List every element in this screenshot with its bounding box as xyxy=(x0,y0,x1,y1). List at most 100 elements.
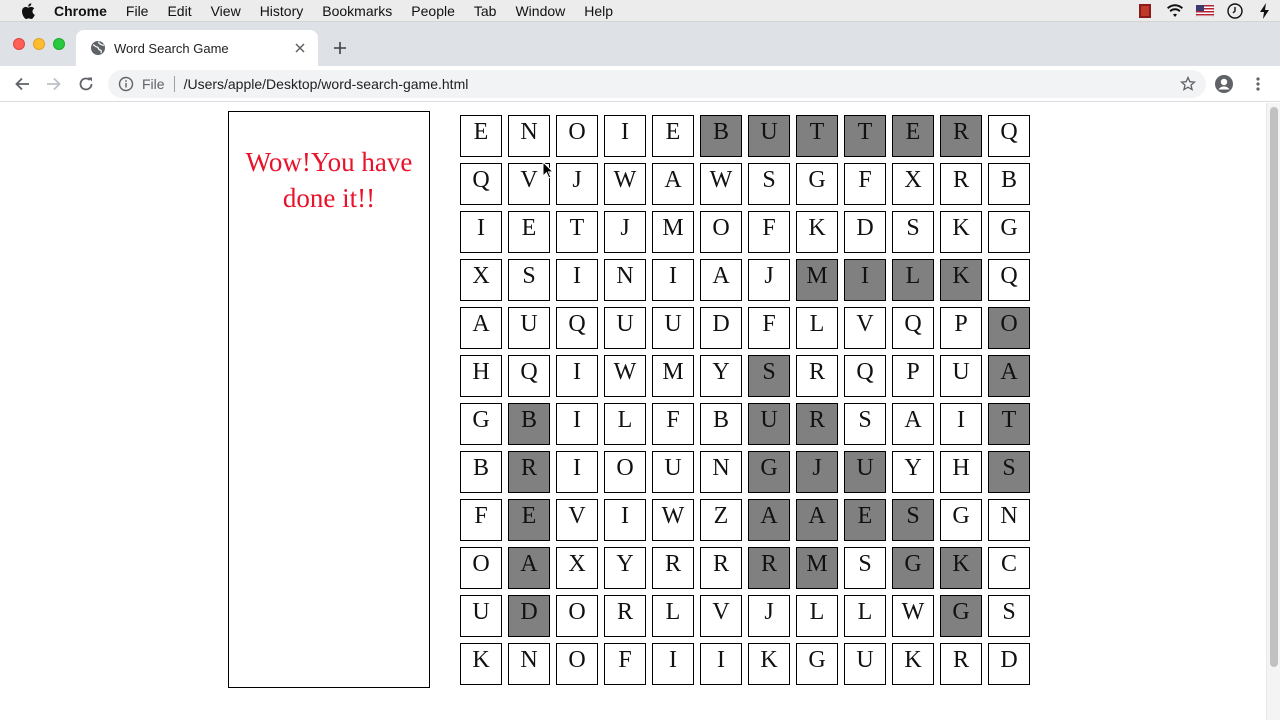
grid-cell[interactable]: Y xyxy=(700,355,742,397)
grid-cell[interactable]: Q xyxy=(892,307,934,349)
close-tab-icon[interactable] xyxy=(292,40,308,56)
grid-cell[interactable]: V xyxy=(556,499,598,541)
grid-cell[interactable]: U xyxy=(652,307,694,349)
grid-cell[interactable]: J xyxy=(556,163,598,205)
scrollbar-thumb[interactable] xyxy=(1270,107,1278,667)
grid-cell[interactable]: F xyxy=(460,499,502,541)
grid-cell[interactable]: A xyxy=(508,547,550,589)
grid-cell[interactable]: L xyxy=(604,403,646,445)
grid-cell[interactable]: A xyxy=(988,355,1030,397)
grid-cell[interactable]: G xyxy=(940,499,982,541)
grid-cell[interactable]: F xyxy=(604,643,646,685)
tab-word-search-game[interactable]: Word Search Game xyxy=(76,30,318,66)
grid-cell[interactable]: S xyxy=(892,211,934,253)
grid-cell[interactable]: Q xyxy=(844,355,886,397)
grid-cell[interactable]: E xyxy=(844,499,886,541)
grid-cell[interactable]: J xyxy=(796,451,838,493)
grid-cell[interactable]: W xyxy=(892,595,934,637)
grid-cell[interactable]: R xyxy=(940,163,982,205)
grid-cell[interactable]: T xyxy=(556,211,598,253)
grid-cell[interactable]: B xyxy=(508,403,550,445)
grid-cell[interactable]: I xyxy=(652,259,694,301)
grid-cell[interactable]: L xyxy=(892,259,934,301)
grid-cell[interactable]: F xyxy=(748,307,790,349)
address-bar[interactable]: File /Users/apple/Desktop/word-search-ga… xyxy=(108,70,1206,98)
grid-cell[interactable]: G xyxy=(748,451,790,493)
grid-cell[interactable]: K xyxy=(940,259,982,301)
grid-cell[interactable]: G xyxy=(988,211,1030,253)
grid-cell[interactable]: O xyxy=(988,307,1030,349)
info-icon[interactable] xyxy=(118,76,134,92)
grid-cell[interactable]: S xyxy=(508,259,550,301)
grid-cell[interactable]: G xyxy=(892,547,934,589)
grid-cell[interactable]: L xyxy=(796,307,838,349)
grid-cell[interactable]: R xyxy=(940,643,982,685)
grid-cell[interactable]: U xyxy=(460,595,502,637)
grid-cell[interactable]: B xyxy=(700,115,742,157)
grid-cell[interactable]: I xyxy=(700,643,742,685)
grid-cell[interactable]: A xyxy=(700,259,742,301)
menu-history[interactable]: History xyxy=(260,0,304,22)
grid-cell[interactable]: A xyxy=(892,403,934,445)
vertical-scrollbar[interactable] xyxy=(1266,103,1280,720)
grid-cell[interactable]: F xyxy=(748,211,790,253)
grid-cell[interactable]: A xyxy=(796,499,838,541)
grid-cell[interactable]: U xyxy=(604,307,646,349)
grid-cell[interactable]: C xyxy=(988,547,1030,589)
grid-cell[interactable]: O xyxy=(556,115,598,157)
grid-cell[interactable]: W xyxy=(700,163,742,205)
grid-cell[interactable]: U xyxy=(748,403,790,445)
grid-cell[interactable]: R xyxy=(796,403,838,445)
grid-cell[interactable]: P xyxy=(940,307,982,349)
menu-chrome[interactable]: Chrome xyxy=(54,0,107,22)
grid-cell[interactable]: Q xyxy=(460,163,502,205)
more-menu-icon[interactable] xyxy=(1248,74,1268,94)
grid-cell[interactable]: N xyxy=(508,115,550,157)
grid-cell[interactable]: D xyxy=(508,595,550,637)
grid-cell[interactable]: A xyxy=(748,499,790,541)
menu-tab[interactable]: Tab xyxy=(474,0,497,22)
battery-bolt-icon[interactable] xyxy=(1256,3,1274,19)
grid-cell[interactable]: M xyxy=(652,355,694,397)
grid-cell[interactable]: O xyxy=(604,451,646,493)
grid-cell[interactable]: K xyxy=(748,643,790,685)
grid-cell[interactable]: U xyxy=(652,451,694,493)
grid-cell[interactable]: A xyxy=(652,163,694,205)
grid-cell[interactable]: H xyxy=(460,355,502,397)
grid-cell[interactable]: S xyxy=(892,499,934,541)
grid-cell[interactable]: Q xyxy=(508,355,550,397)
profile-avatar-icon[interactable] xyxy=(1214,74,1234,94)
grid-cell[interactable]: J xyxy=(748,259,790,301)
grid-cell[interactable]: I xyxy=(460,211,502,253)
grid-cell[interactable]: O xyxy=(556,643,598,685)
grid-cell[interactable]: T xyxy=(796,115,838,157)
grid-cell[interactable]: Q xyxy=(556,307,598,349)
grid-cell[interactable]: N xyxy=(508,643,550,685)
grid-cell[interactable]: N xyxy=(988,499,1030,541)
back-arrow-icon[interactable] xyxy=(12,74,32,94)
grid-cell[interactable]: S xyxy=(748,163,790,205)
wifi-icon[interactable] xyxy=(1166,3,1184,19)
grid-cell[interactable]: R xyxy=(796,355,838,397)
grid-cell[interactable]: R xyxy=(700,547,742,589)
menu-file[interactable]: File xyxy=(126,0,149,22)
new-tab-icon[interactable] xyxy=(330,38,350,58)
grid-cell[interactable]: O xyxy=(700,211,742,253)
grid-cell[interactable]: I xyxy=(604,499,646,541)
grid-cell[interactable]: V xyxy=(844,307,886,349)
menu-window[interactable]: Window xyxy=(515,0,565,22)
grid-cell[interactable]: S xyxy=(844,403,886,445)
grid-cell[interactable]: S xyxy=(988,451,1030,493)
grid-cell[interactable]: O xyxy=(556,595,598,637)
menu-help[interactable]: Help xyxy=(584,0,613,22)
forward-arrow-icon[interactable] xyxy=(44,74,64,94)
menu-people[interactable]: People xyxy=(411,0,455,22)
grid-cell[interactable]: K xyxy=(892,643,934,685)
grid-cell[interactable]: W xyxy=(604,355,646,397)
grid-cell[interactable]: Y xyxy=(604,547,646,589)
grid-cell[interactable]: I xyxy=(940,403,982,445)
grid-cell[interactable]: X xyxy=(556,547,598,589)
grid-cell[interactable]: U xyxy=(940,355,982,397)
grid-cell[interactable]: W xyxy=(652,499,694,541)
grid-cell[interactable]: E xyxy=(508,211,550,253)
